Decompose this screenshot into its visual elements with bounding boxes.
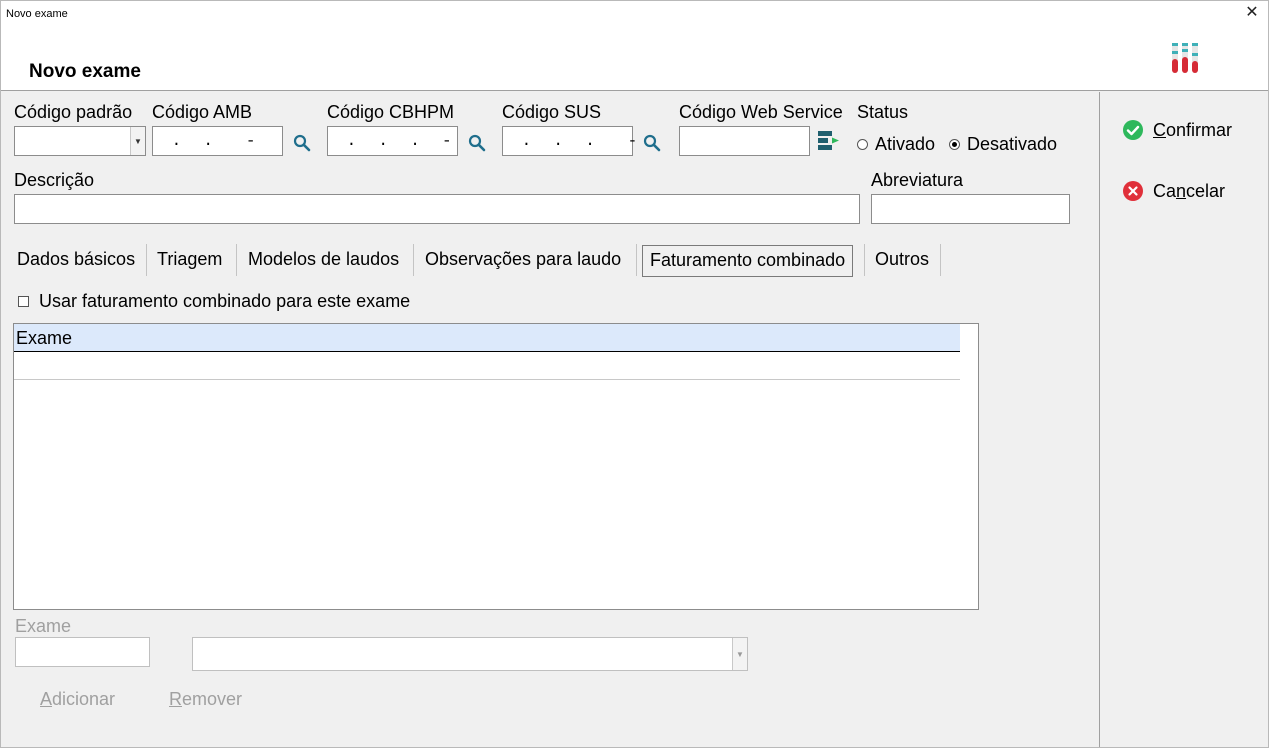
search-icon[interactable] [292,133,312,153]
abreviatura-input[interactable] [871,194,1070,224]
abreviatura-label: Abreviatura [871,170,964,190]
confirmar-label: Confirmar [1153,120,1232,141]
tab-dados-basicos[interactable]: Dados básicos [17,245,135,277]
confirmar-hotkey: C [1153,119,1166,140]
cancelar-button[interactable]: Cancelar [1122,180,1225,202]
checkbox-box [18,296,29,307]
actions-panel: Confirmar Cancelar [1099,92,1268,747]
tab-observacoes-para-laudo[interactable]: Observações para laudo [425,245,621,277]
test-tubes-icon [1172,43,1198,73]
confirmar-text: onfirmar [1166,119,1233,140]
usar-faturamento-combinado-label: Usar faturamento combinado para este exa… [39,291,411,311]
tab-modelos-de-laudos[interactable]: Modelos de laudos [248,245,399,277]
close-icon[interactable]: ✕ [1244,4,1260,22]
tab-divider [146,244,147,276]
cancelar-text-pre: Ca [1153,180,1177,201]
status-ativado-radio[interactable]: Ativado [857,134,935,155]
adicionar-label: dicionar [52,689,116,709]
status-label: Status [857,102,909,122]
dialog-window: Novo exame ✕ Novo exame Código padrão ▼ … [0,0,1269,748]
search-icon[interactable] [467,133,487,153]
tab-outros[interactable]: Outros [875,245,929,277]
tab-triagem[interactable]: Triagem [157,245,222,277]
exame-code-input[interactable] [15,637,150,667]
chevron-down-icon[interactable]: ▼ [130,127,145,155]
confirmar-button[interactable]: Confirmar [1122,119,1232,141]
cancelar-hotkey: n [1176,180,1187,201]
codigo-amb-input[interactable]: . . - [152,126,283,156]
descricao-input[interactable] [14,194,860,224]
codigo-amb-label: Código AMB [152,102,253,122]
tab-divider [413,244,414,276]
codigo-padrao-select[interactable]: ▼ [14,126,146,156]
check-circle-icon [1123,120,1143,140]
grid-column-exame[interactable]: Exame [14,324,960,352]
usar-faturamento-combinado-checkbox[interactable]: Usar faturamento combinado para este exa… [18,291,410,312]
page-title: Novo exame [29,61,141,82]
codigo-cbhpm-input[interactable]: . . . - [327,126,458,156]
adicionar-button[interactable]: Adicionar [40,689,115,710]
radio-desativado-indicator [949,139,960,150]
exames-grid[interactable]: Exame [13,323,979,610]
tab-faturamento-combinado[interactable]: Faturamento combinado [642,245,854,277]
codigo-sus-label: Código SUS [502,102,602,122]
remover-hotkey: R [169,689,182,709]
search-icon[interactable] [642,133,662,153]
exame-select[interactable]: ▼ [192,637,748,671]
main-panel: Código padrão ▼ Código AMB . . - Código … [1,92,1099,747]
table-row[interactable] [14,353,960,380]
codigo-padrao-label: Código padrão [14,102,133,122]
web-service-icon[interactable] [816,129,842,155]
exame-label: Exame [15,616,72,636]
chevron-down-icon[interactable]: ▼ [732,638,747,670]
dialog-header: Novo exame [1,27,1268,91]
tab-divider [940,244,941,276]
radio-ativado-indicator [857,139,868,150]
adicionar-hotkey: A [40,689,53,709]
status-desativado-radio[interactable]: Desativado [949,134,1057,155]
status-ativado-label: Ativado [875,134,936,154]
close-circle-icon [1123,181,1143,201]
remover-label: emover [182,689,243,709]
window-title: Novo exame [6,8,68,20]
tab-divider [864,244,865,276]
codigo-cbhpm-label: Código CBHPM [327,102,455,122]
codigo-web-service-input[interactable] [679,126,810,156]
cancelar-label: Cancelar [1153,181,1225,202]
codigo-web-service-label: Código Web Service [679,102,843,122]
title-bar: Novo exame ✕ [1,1,1268,27]
tab-divider [236,244,237,276]
tab-divider [636,244,637,276]
remover-button[interactable]: Remover [169,689,242,710]
descricao-label: Descrição [14,170,95,190]
status-desativado-label: Desativado [967,134,1058,154]
cancelar-text: celar [1186,180,1226,201]
codigo-sus-input[interactable]: . . . - [502,126,637,156]
